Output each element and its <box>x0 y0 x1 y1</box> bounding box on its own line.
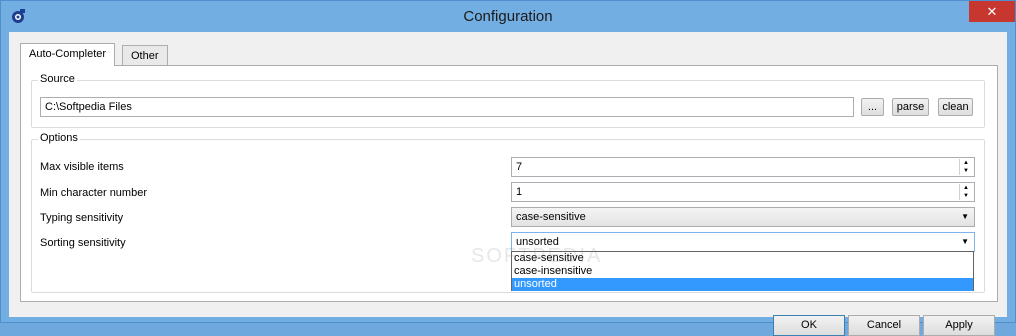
typing-value: case-sensitive <box>516 211 586 223</box>
title-bar[interactable]: Configuration ✕ <box>1 1 1015 32</box>
close-button[interactable]: ✕ <box>969 1 1015 22</box>
tab-other[interactable]: Other <box>122 45 168 66</box>
spin-arrows-icon[interactable]: ▲ ▼ <box>959 159 972 175</box>
sorting-dropdown-list: case-sensitive case-insensitive unsorted <box>511 251 974 291</box>
dropdown-option-selected[interactable]: unsorted <box>512 278 973 291</box>
max-visible-value: 7 <box>516 161 523 173</box>
typing-select[interactable]: case-sensitive ▼ <box>511 207 975 227</box>
window-title: Configuration <box>463 8 553 25</box>
chevron-down-icon: ▼ <box>961 237 969 246</box>
chevron-down-icon: ▼ <box>961 212 969 221</box>
dropdown-option[interactable]: case-insensitive <box>512 265 973 278</box>
cancel-button[interactable]: Cancel <box>848 315 920 336</box>
spin-arrows-icon[interactable]: ▲ ▼ <box>959 184 972 200</box>
min-chars-spinbox[interactable]: 1 ▲ ▼ <box>511 182 975 202</box>
dropdown-option[interactable]: case-sensitive <box>512 252 973 265</box>
sorting-value: unsorted <box>516 236 559 248</box>
sorting-select[interactable]: unsorted ▼ <box>511 232 975 252</box>
configuration-window: Configuration ✕ Auto-Completer Other Sou… <box>0 0 1016 336</box>
min-chars-label: Min character number <box>40 187 147 199</box>
options-group-label: Options <box>38 132 80 144</box>
max-visible-label: Max visible items <box>40 161 124 173</box>
sorting-label: Sorting sensitivity <box>40 237 126 249</box>
tab-auto-completer[interactable]: Auto-Completer <box>20 43 116 66</box>
apply-button[interactable]: Apply <box>923 315 995 336</box>
browse-button[interactable]: ... <box>861 98 884 116</box>
min-chars-value: 1 <box>516 186 523 198</box>
source-path-input[interactable]: C:\Softpedia Files <box>40 97 854 117</box>
source-group: Source C:\Softpedia Files ... parse clea… <box>31 73 985 128</box>
parse-button[interactable]: parse <box>892 98 929 116</box>
source-group-label: Source <box>38 73 77 85</box>
typing-label: Typing sensitivity <box>40 212 124 224</box>
ok-button[interactable]: OK <box>773 315 845 336</box>
max-visible-spinbox[interactable]: 7 ▲ ▼ <box>511 157 975 177</box>
clean-button[interactable]: clean <box>938 98 973 116</box>
